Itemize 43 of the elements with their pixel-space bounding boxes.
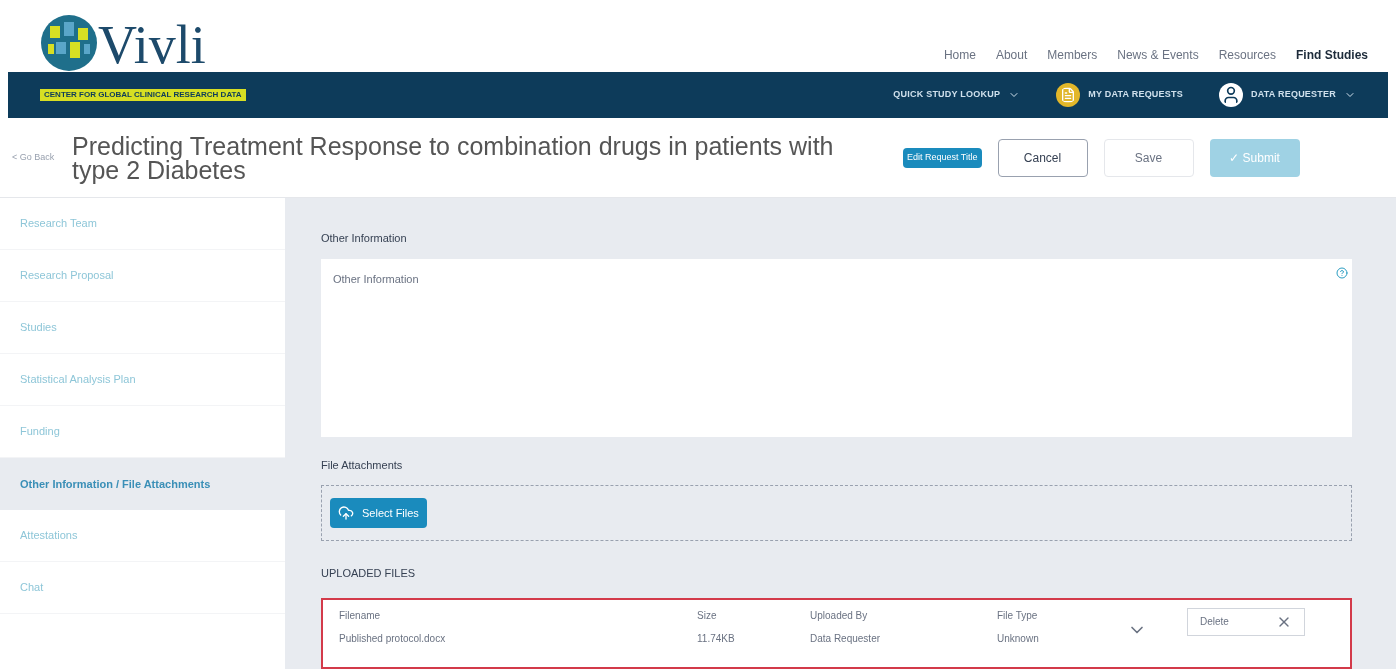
sidebar-item[interactable]: Other Information / File Attachments <box>0 458 285 510</box>
user-avatar-icon <box>1219 83 1243 107</box>
nav-link[interactable]: DATA REQUESTER <box>1251 88 1336 102</box>
logo-wordmark: Vivli <box>98 18 206 72</box>
text-area[interactable]: Other Information <box>321 258 1352 437</box>
table-cell-text: Unknown <box>997 631 1040 646</box>
table-cell-text: 11.74KB <box>697 631 736 646</box>
drop-zone[interactable]: Select Files <box>321 485 1352 541</box>
other-information-field[interactable]: Other Information <box>333 270 1340 425</box>
page-title: Predicting Treatment Response to combination drugs in patients with type 2 Diabetes <box>72 133 835 182</box>
column-header: Uploaded By <box>810 608 869 623</box>
sidebar-item[interactable]: Attestations <box>0 510 285 562</box>
sidebar-item[interactable]: Research Proposal <box>0 250 285 302</box>
table-cell-text: Data Requester <box>810 631 882 646</box>
help-icon <box>1336 266 1348 279</box>
section-heading: File Attachments <box>321 457 404 473</box>
sidebar-item[interactable]: Research Team <box>0 198 285 250</box>
delete-button[interactable]: Delete <box>1187 607 1305 636</box>
table-cell-text: Published protocol.docx <box>339 631 447 646</box>
sidebar-item[interactable]: Statistical Analysis Plan <box>0 354 285 406</box>
column-header: Size <box>697 608 718 623</box>
nav-link[interactable]: News & Events <box>1117 46 1199 64</box>
action-button[interactable]: Cancel <box>997 138 1088 177</box>
nav-link[interactable]: Home <box>943 46 976 64</box>
select-files-button[interactable]: Select Files <box>330 498 427 528</box>
section-heading: Other Information <box>321 231 408 246</box>
section-heading: UPLOADED FILES <box>321 566 417 581</box>
nav-link[interactable]: QUICK STUDY LOOKUP <box>893 88 1001 102</box>
nav-link[interactable]: Find Studies <box>1296 46 1368 64</box>
nav-link[interactable]: About <box>995 46 1028 64</box>
column-header: Filename <box>339 608 382 623</box>
globe-logo-icon <box>40 14 98 72</box>
sidebar-item[interactable]: Chat <box>0 562 285 614</box>
column-header: File Type <box>997 608 1039 623</box>
nav-link[interactable]: MY DATA REQUESTS <box>1088 88 1183 102</box>
logo-tagline: CENTER FOR GLOBAL CLINICAL RESEARCH DATA <box>40 89 246 101</box>
cloud-upload-icon <box>338 505 354 521</box>
nav-link[interactable]: Members <box>1047 46 1098 64</box>
document-icon <box>1056 83 1081 107</box>
sidebar-item[interactable]: Studies <box>0 302 285 354</box>
nav-link[interactable]: Resources <box>1218 46 1276 64</box>
edit-title-button[interactable]: Edit Request Title <box>903 147 982 168</box>
back-link[interactable]: < Go Back <box>12 152 56 163</box>
